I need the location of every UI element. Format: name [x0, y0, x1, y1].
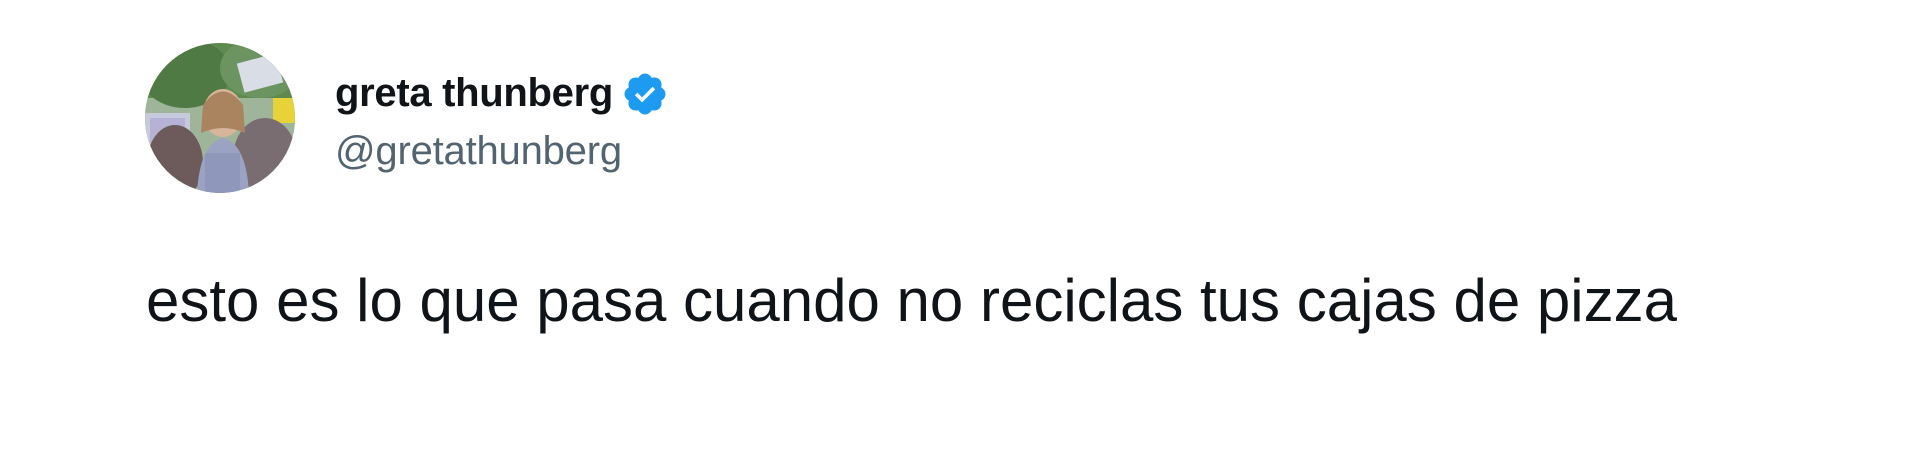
tweet-text: esto es lo que pasa cuando no reciclas t…: [146, 267, 1677, 334]
tweet-card: greta thunberg @gretathunberg esto es lo…: [0, 0, 1920, 469]
name-row: greta thunberg: [335, 63, 669, 125]
display-name[interactable]: greta thunberg: [335, 71, 613, 116]
verified-badge-icon: [621, 70, 669, 118]
user-info: greta thunberg @gretathunberg: [335, 63, 669, 174]
avatar-image: [145, 43, 295, 193]
user-handle[interactable]: @gretathunberg: [335, 129, 669, 174]
avatar[interactable]: [145, 43, 295, 193]
tweet-header: greta thunberg @gretathunberg: [145, 43, 669, 193]
